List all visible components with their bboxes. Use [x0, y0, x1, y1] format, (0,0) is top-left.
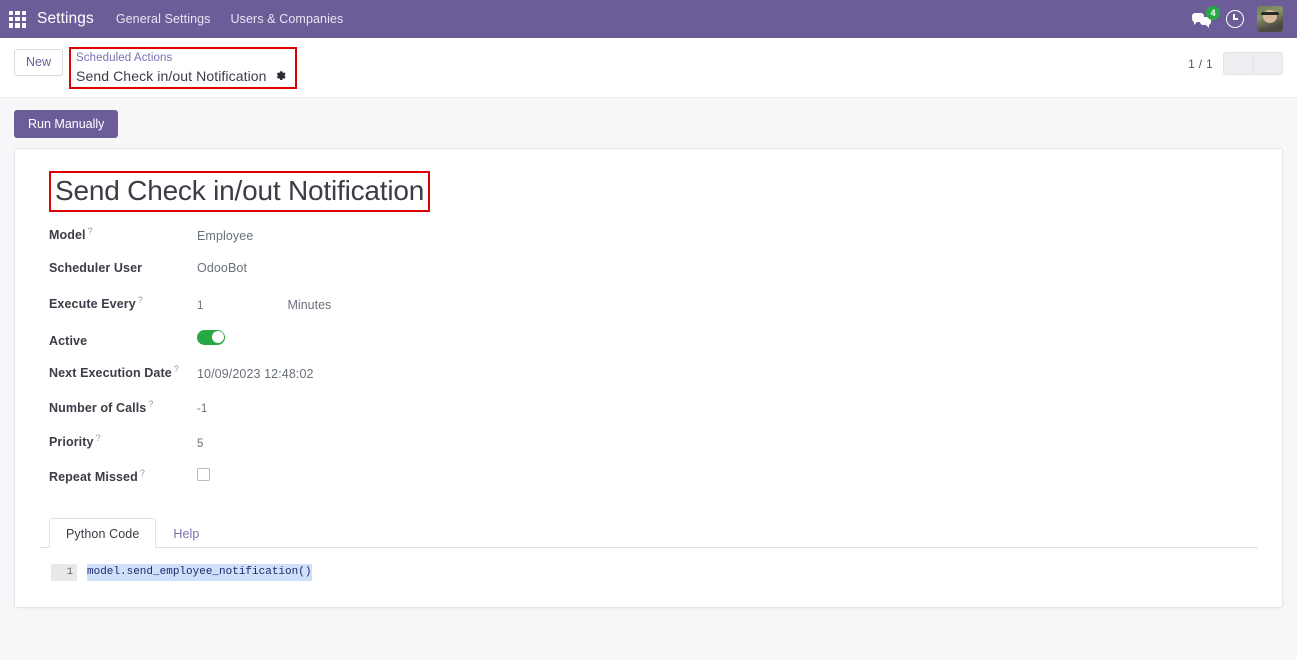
pager-buttons — [1223, 52, 1283, 75]
field-label-model-text: Model — [49, 228, 86, 243]
field-checkbox-repeat-missed[interactable] — [197, 468, 210, 482]
field-label-active: Active — [49, 333, 88, 348]
page-title: Send Check in/out Notification — [55, 175, 425, 207]
field-row-execute-every: Execute Every? 1 Minutes — [49, 295, 1258, 330]
field-label-priority: Priority? — [49, 433, 197, 449]
breadcrumb-current-row: Send Check in/out Notification — [76, 67, 287, 86]
pager: 1 / 1 — [1188, 52, 1283, 75]
field-value-number-of-calls[interactable]: -1 — [197, 403, 207, 415]
field-value-execute-every-unit[interactable]: Minutes — [288, 298, 332, 312]
user-avatar[interactable] — [1257, 6, 1283, 32]
python-code-editor[interactable]: 1 model.send_employee_notification() — [39, 548, 1258, 582]
field-row-model: Model? Employee — [49, 226, 1258, 261]
tab-python-code[interactable]: Python Code — [49, 518, 157, 549]
field-label-repeat-missed: Repeat Missed? — [49, 468, 197, 484]
navbar-right-group: 4 — [1192, 5, 1287, 32]
form-fields-group: Model? Employee Scheduler User OdooBot E… — [49, 226, 1258, 502]
form-sheet-wrapper: Send Check in/out Notification Model? Em… — [0, 148, 1297, 609]
menu-item-users-companies[interactable]: Users & Companies — [231, 12, 344, 26]
field-value-execute-every[interactable]: 1 — [197, 300, 204, 312]
menu-item-general-settings[interactable]: General Settings — [116, 12, 211, 26]
apps-grid-icon[interactable] — [9, 10, 26, 28]
record-title-highlight: Send Check in/out Notification — [49, 171, 431, 213]
pager-value: 1 / 1 — [1188, 56, 1213, 71]
field-label-execute-every-text: Execute Every — [49, 297, 136, 312]
field-help-model[interactable]: ? — [88, 226, 93, 236]
pager-previous-button[interactable] — [1223, 52, 1253, 75]
messages-icon[interactable]: 4 — [1192, 5, 1220, 28]
notebook-tabs: Python Code Help — [39, 518, 1258, 549]
field-label-next-execution-date: Next Execution Date? — [49, 364, 197, 380]
field-value-next-execution-date[interactable]: 10/09/2023 12:48:02 — [197, 367, 314, 381]
field-label-scheduler-user: Scheduler User — [49, 260, 143, 275]
field-row-number-of-calls: Number of Calls? -1 — [49, 399, 1258, 434]
field-label-repeat-missed-text: Repeat Missed — [49, 470, 138, 485]
field-row-active: Active — [49, 329, 1258, 365]
field-help-execute-every[interactable]: ? — [138, 295, 143, 305]
code-line-text[interactable]: model.send_employee_notification() — [87, 564, 313, 582]
new-button[interactable]: New — [14, 49, 64, 76]
field-label-number-of-calls-text: Number of Calls — [49, 401, 147, 416]
control-panel: New Scheduled Actions Send Check in/out … — [0, 38, 1297, 99]
field-toggle-active[interactable] — [197, 329, 225, 345]
breadcrumb-parent-scheduled-actions[interactable]: Scheduled Actions — [76, 51, 287, 67]
field-row-next-execution-date: Next Execution Date? 10/09/2023 12:48:02 — [49, 364, 1258, 399]
field-row-repeat-missed: Repeat Missed? — [49, 468, 1258, 503]
field-label-number-of-calls: Number of Calls? — [49, 399, 197, 415]
clock-icon[interactable] — [1226, 10, 1244, 28]
field-row-priority: Priority? 5 — [49, 433, 1258, 468]
messages-badge: 4 — [1206, 5, 1220, 20]
run-manually-button[interactable]: Run Manually — [14, 110, 119, 139]
action-bar: Run Manually — [0, 98, 1297, 148]
field-help-priority[interactable]: ? — [96, 433, 101, 443]
field-help-repeat-missed[interactable]: ? — [140, 468, 145, 478]
notebook: Python Code Help 1 model.send_employee_n… — [39, 518, 1258, 582]
field-label-priority-text: Priority — [49, 435, 94, 450]
odoo-settings-app: Settings General Settings Users & Compan… — [0, 0, 1297, 660]
tab-help[interactable]: Help — [156, 518, 216, 548]
field-value-model[interactable]: Employee — [197, 229, 253, 243]
pager-next-button[interactable] — [1253, 52, 1283, 75]
field-label-execute-every: Execute Every? — [49, 295, 197, 311]
app-brand-settings[interactable]: Settings — [37, 10, 94, 28]
code-line-number: 1 — [51, 564, 77, 582]
breadcrumb-current-record: Send Check in/out Notification — [76, 67, 267, 84]
form-sheet: Send Check in/out Notification Model? Em… — [14, 148, 1283, 609]
field-help-next-execution-date[interactable]: ? — [174, 364, 179, 374]
field-label-next-execution-date-text: Next Execution Date — [49, 366, 172, 381]
field-row-scheduler-user: Scheduler User OdooBot — [49, 261, 1258, 296]
field-help-number-of-calls[interactable]: ? — [148, 399, 153, 409]
gear-icon[interactable] — [274, 69, 287, 82]
field-label-model: Model? — [49, 226, 197, 242]
code-line: 1 model.send_employee_notification() — [51, 564, 1258, 582]
field-value-priority[interactable]: 5 — [197, 438, 204, 450]
breadcrumb: Scheduled Actions Send Check in/out Noti… — [69, 47, 297, 90]
top-navbar: Settings General Settings Users & Compan… — [0, 0, 1297, 38]
field-value-scheduler-user[interactable]: OdooBot — [197, 261, 247, 275]
